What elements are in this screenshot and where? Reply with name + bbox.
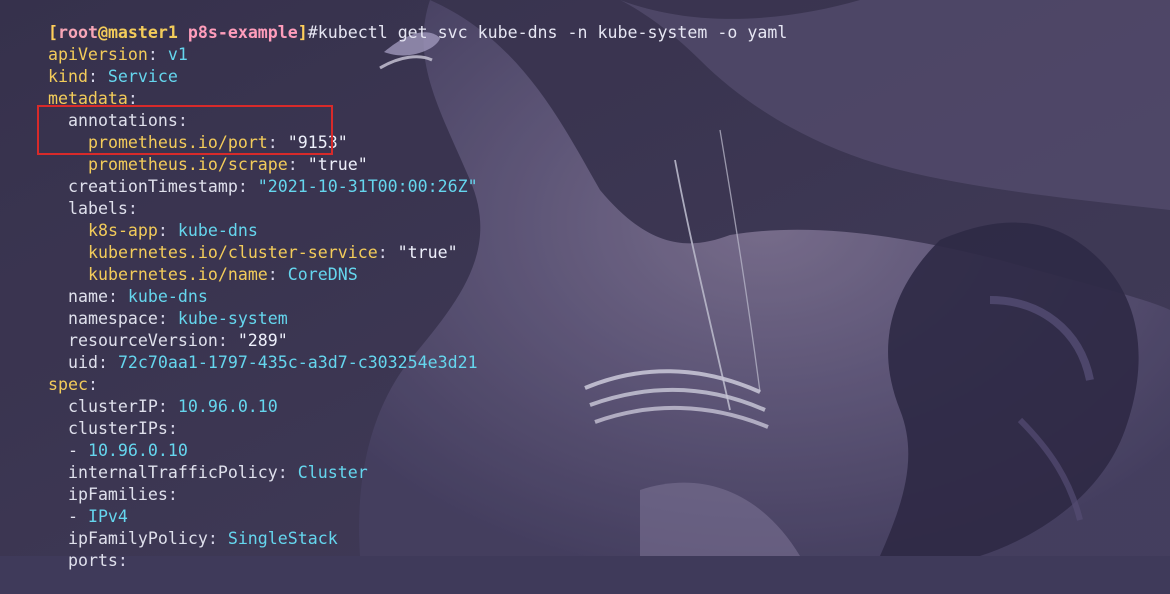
prompt-cwd: p8s-example (187, 23, 298, 42)
yaml-value: Cluster (297, 463, 368, 482)
yaml-key: ports (67, 551, 118, 570)
yaml-line-k8s-app: k8s-app: kube-dns (87, 221, 258, 240)
yaml-line-kubernetes-name: kubernetes.io/name: CoreDNS (87, 265, 358, 284)
yaml-line-spec: spec: (47, 375, 98, 394)
yaml-value: CoreDNS (287, 265, 358, 284)
yaml-line-labels: labels: (67, 199, 138, 218)
yaml-value: 10.96.0.10 (177, 397, 278, 416)
yaml-line-internal-traffic-policy: internalTrafficPolicy: Cluster (67, 463, 368, 482)
yaml-line-creation-timestamp: creationTimestamp: "2021-10-31T00:00:26Z… (67, 177, 478, 196)
command-text: #kubectl get svc kube-dns -n kube-system… (307, 23, 788, 42)
yaml-line-ports: ports: (67, 551, 128, 570)
yaml-line-ip-family-policy: ipFamilyPolicy: SingleStack (67, 529, 338, 548)
yaml-line-prometheus-scrape: prometheus.io/scrape: "true" (87, 155, 368, 174)
yaml-value: SingleStack (227, 529, 338, 548)
prompt-close-bracket: ] (297, 23, 308, 42)
yaml-line-name: name: kube-dns (67, 287, 208, 306)
yaml-line-ip-families-item: - IPv4 (67, 507, 128, 526)
yaml-line-apiversion: apiVersion: v1 (47, 45, 188, 64)
yaml-line-namespace: namespace: kube-system (67, 309, 288, 328)
yaml-line-resource-version: resourceVersion: "289" (67, 331, 288, 350)
yaml-line-cluster-ip: clusterIP: 10.96.0.10 (67, 397, 278, 416)
yaml-line-kind: kind: Service (47, 67, 178, 86)
yaml-value: "true" (397, 243, 458, 262)
yaml-value: "2021-10-31T00:00:26Z" (257, 177, 478, 196)
prompt-line: [root@master1 p8s-example]#kubectl get s… (8, 0, 787, 42)
yaml-line-annotations: annotations: (67, 111, 188, 130)
yaml-value: 72c70aa1-1797-435c-a3d7-c303254e3d21 (117, 353, 478, 372)
yaml-line-metadata: metadata: (47, 89, 138, 108)
yaml-line-uid: uid: 72c70aa1-1797-435c-a3d7-c303254e3d2… (67, 353, 478, 372)
terminal-window[interactable]: [root@master1 p8s-example]#kubectl get s… (0, 0, 1170, 570)
yaml-line-ip-families: ipFamilies: (67, 485, 178, 504)
yaml-line-cluster-service: kubernetes.io/cluster-service: "true" (87, 243, 458, 262)
yaml-line-cluster-ips: clusterIPs: (67, 419, 178, 438)
yaml-line-prometheus-port: prometheus.io/port: "9153" (87, 133, 348, 152)
yaml-line-cluster-ips-item: - 10.96.0.10 (67, 441, 188, 460)
